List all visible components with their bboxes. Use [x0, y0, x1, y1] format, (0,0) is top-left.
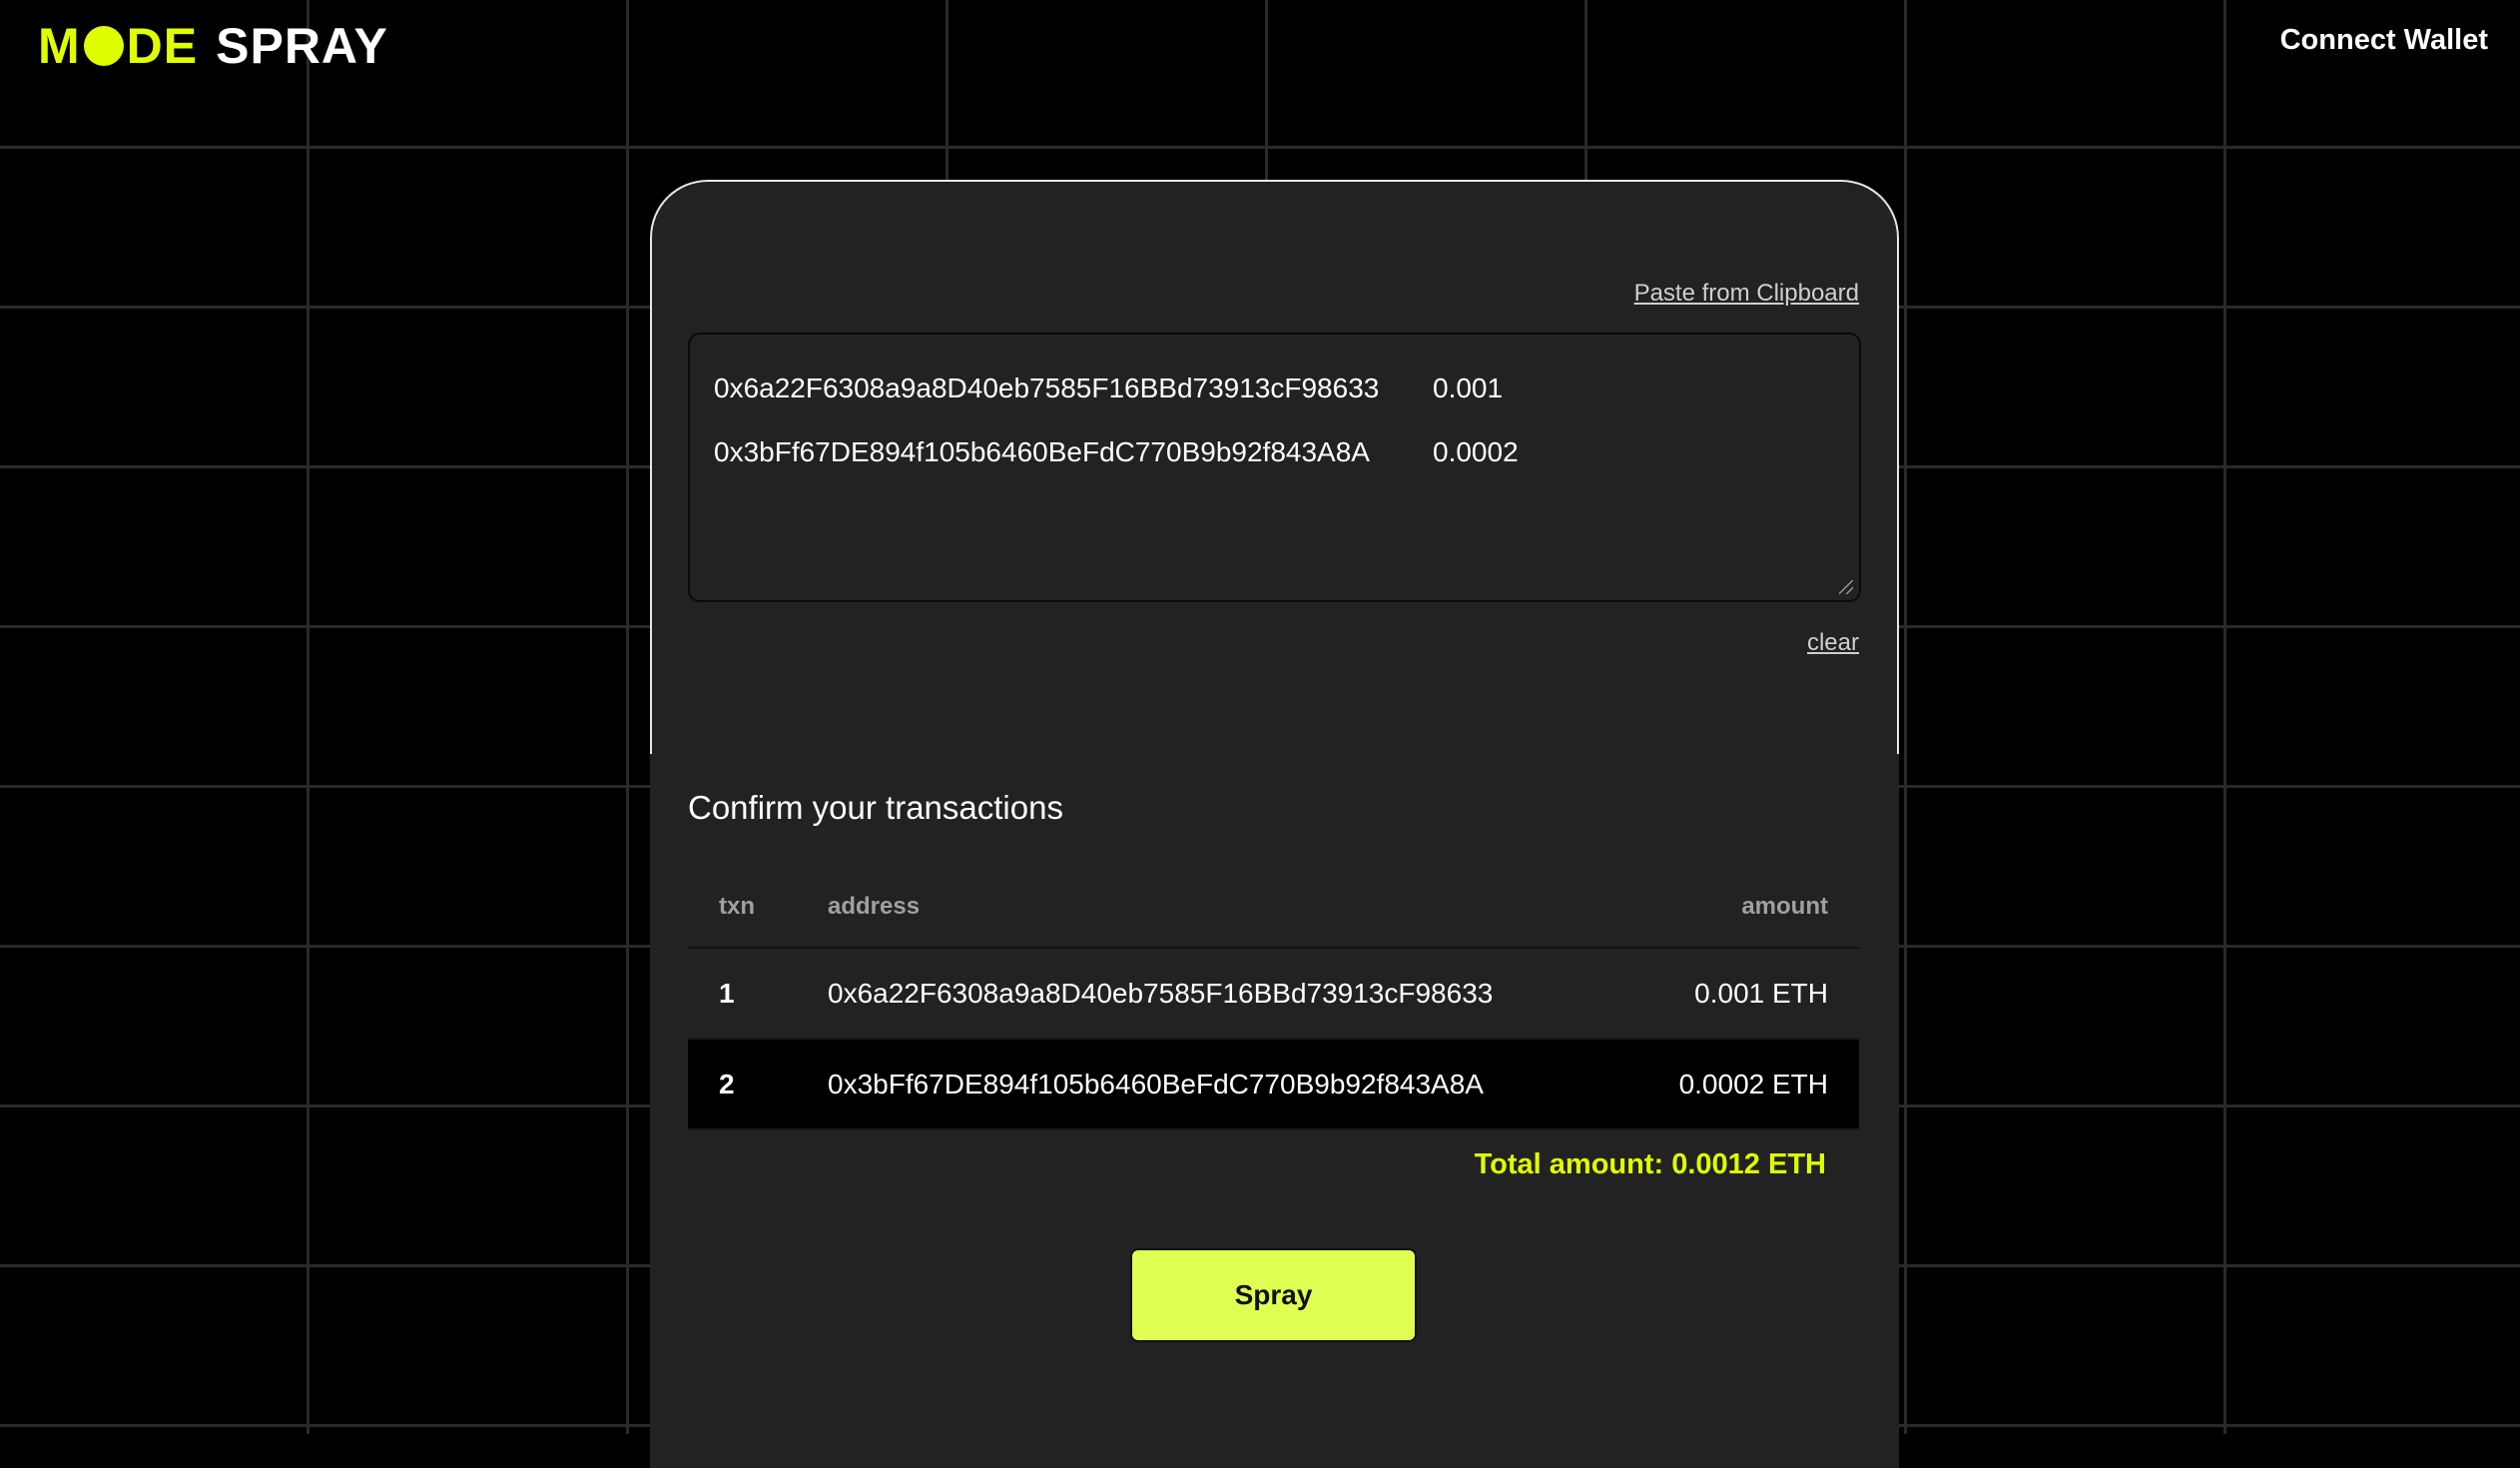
logo[interactable]: M DE SPRAY [38, 18, 388, 74]
line-address: 0x3bFf67DE894f105b6460BeFdC770B9b92f843A… [714, 436, 1370, 467]
table-header-row: txn address amount [688, 867, 1859, 949]
confirm-title: Confirm your transactions [688, 789, 1063, 826]
table-row: 1 0x6a22F6308a9a8D40eb7585F16BBd73913cF9… [688, 948, 1859, 1040]
txn-amount: 0.0002 ETH [1646, 1039, 1859, 1130]
resize-handle-icon[interactable] [1839, 580, 1853, 594]
paste-from-clipboard-link[interactable]: Paste from Clipboard [1634, 280, 1859, 308]
logo-product: SPRAY [216, 18, 388, 74]
txn-number: 2 [688, 1039, 828, 1130]
textarea-line: 0x6a22F6308a9a8D40eb7585F16BBd73913cF986… [714, 357, 1835, 420]
spray-button[interactable]: Spray [1130, 1248, 1417, 1342]
logo-mode-right: DE [126, 18, 199, 74]
txn-address: 0x3bFf67DE894f105b6460BeFdC770B9b92f843A… [828, 1039, 1646, 1130]
transactions-table: txn address amount 1 0x6a22F6308a9a8D40e… [688, 867, 1859, 1130]
clear-link[interactable]: clear [1807, 629, 1859, 657]
total-value: 0.0012 ETH [1671, 1148, 1826, 1180]
txn-amount: 0.001 ETH [1646, 948, 1859, 1040]
textarea-line: 0x3bFf67DE894f105b6460BeFdC770B9b92f843A… [714, 420, 1835, 484]
logo-dot-icon [83, 26, 124, 66]
line-amount: 0.0002 [1433, 436, 1519, 467]
line-address: 0x6a22F6308a9a8D40eb7585F16BBd73913cF986… [714, 372, 1380, 403]
table-row: 2 0x3bFf67DE894f105b6460BeFdC770B9b92f84… [688, 1039, 1859, 1130]
logo-mode: M DE [38, 17, 198, 75]
connect-wallet-button[interactable]: Connect Wallet [2280, 24, 2488, 57]
logo-mode-left: M [38, 18, 81, 74]
txn-address: 0x6a22F6308a9a8D40eb7585F16BBd73913cF986… [828, 948, 1646, 1040]
column-header-address: address [828, 867, 1646, 949]
total-label: Total amount: [1474, 1148, 1664, 1180]
recipients-textarea[interactable]: 0x6a22F6308a9a8D40eb7585F16BBd73913cF986… [688, 333, 1861, 602]
line-amount: 0.001 [1433, 372, 1504, 403]
total-amount: Total amount: 0.0012 ETH [1475, 1148, 1826, 1181]
column-header-amount: amount [1646, 867, 1859, 949]
column-header-txn: txn [688, 867, 828, 949]
txn-number: 1 [688, 948, 828, 1040]
